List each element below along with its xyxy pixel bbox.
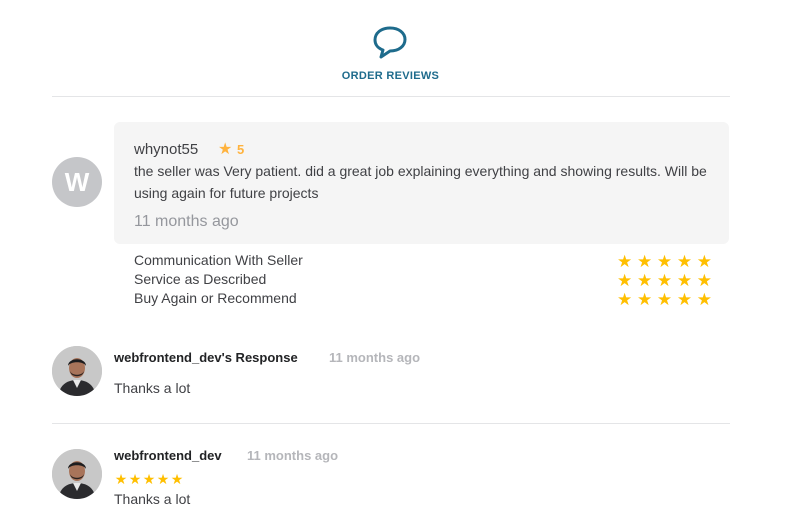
criteria-label: Buy Again or Recommend xyxy=(134,290,297,306)
star-icon: ★ xyxy=(696,290,712,309)
seller-review-time: 11 months ago xyxy=(247,448,339,463)
star-icon: ★ xyxy=(696,252,712,271)
star-icon: ★ xyxy=(656,271,673,290)
star-icon: ★ xyxy=(617,252,633,271)
seller-name[interactable]: webfrontend_dev xyxy=(114,448,222,463)
star-icon: ★ xyxy=(636,290,653,309)
star-icon: ★ xyxy=(656,252,673,271)
star-icon: ★ xyxy=(676,290,693,309)
star-icon: ★ xyxy=(617,271,633,290)
response-text: Thanks a lot xyxy=(114,380,191,396)
criteria-label: Service as Described xyxy=(134,271,267,287)
star-icon: ★ xyxy=(128,471,142,487)
criteria-label: Communication With Seller xyxy=(134,252,303,268)
response-author[interactable]: webfrontend_dev's Response xyxy=(114,350,298,365)
rating-value: 5 xyxy=(237,142,245,157)
speech-bubble-icon xyxy=(373,26,407,59)
avatar[interactable]: W xyxy=(52,157,102,207)
star-icon: ★ xyxy=(676,252,693,271)
seller-avatar[interactable] xyxy=(52,449,102,499)
criteria-stars: ★ ★ ★ ★ ★ xyxy=(617,272,712,289)
star-icon: ★ xyxy=(617,290,633,309)
star-icon: ★ xyxy=(170,471,184,487)
star-icon: ★ xyxy=(636,271,653,290)
criteria-stars: ★ ★ ★ ★ ★ xyxy=(617,253,712,270)
header-divider xyxy=(52,96,730,97)
star-icon: ★ xyxy=(142,471,156,487)
review-text: the seller was Very patient. did a great… xyxy=(134,163,707,201)
star-icon: ★ xyxy=(636,252,653,271)
star-icon: ★ xyxy=(114,471,128,487)
response-time: 11 months ago xyxy=(329,350,421,365)
star-icon: ★ xyxy=(676,271,693,290)
star-icon: ★ xyxy=(696,271,712,290)
seller-avatar[interactable] xyxy=(52,346,102,396)
seller-review-text: Thanks a lot xyxy=(114,491,191,507)
criteria-stars: ★ ★ ★ ★ ★ xyxy=(617,291,712,308)
section-divider xyxy=(52,423,730,424)
star-icon: ★ xyxy=(656,290,673,309)
section-title: ORDER REVIEWS xyxy=(341,70,440,82)
review-time: 11 months ago xyxy=(134,213,239,230)
star-icon: ★ xyxy=(156,471,170,487)
reviewer-name[interactable]: whynot55 xyxy=(134,141,198,158)
seller-rating-stars: ★ ★ ★ ★ ★ xyxy=(114,472,184,486)
star-icon: ★ xyxy=(218,141,233,158)
